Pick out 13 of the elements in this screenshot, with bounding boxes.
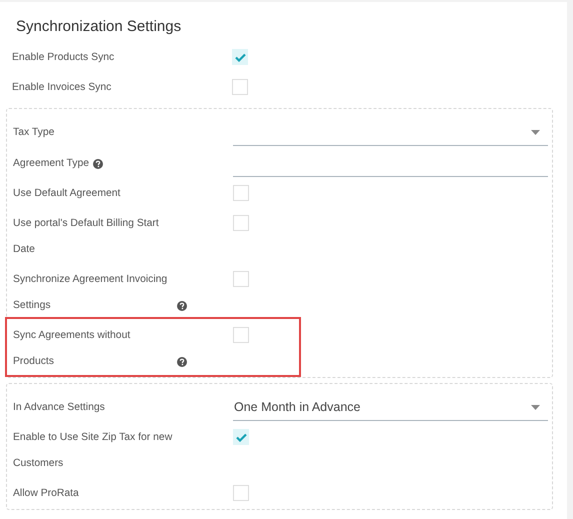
- field-label: Sync Agreements without Products: [13, 329, 132, 369]
- field-label: Tax Type: [13, 126, 54, 140]
- field-label: Agreement Type: [13, 157, 90, 171]
- field-label: In Advance Settings: [13, 401, 105, 415]
- field-label: Use Default Agreement: [13, 187, 120, 201]
- field-label: Allow ProRata: [13, 487, 79, 501]
- section-title: Synchronization Settings: [15, 17, 182, 37]
- field-label: Enable Products Sync: [12, 51, 114, 65]
- field-label: Synchronize Agreement Invoicing Settings: [13, 273, 168, 313]
- field-label: Enable to Use Site Zip Tax for new Customers: [13, 431, 173, 471]
- field-label: Enable Invoices Sync: [12, 81, 112, 95]
- field-label: Use portal's Default Billing Start Date: [13, 217, 160, 257]
- select-field[interactable]: One Month in Advance: [233, 394, 548, 421]
